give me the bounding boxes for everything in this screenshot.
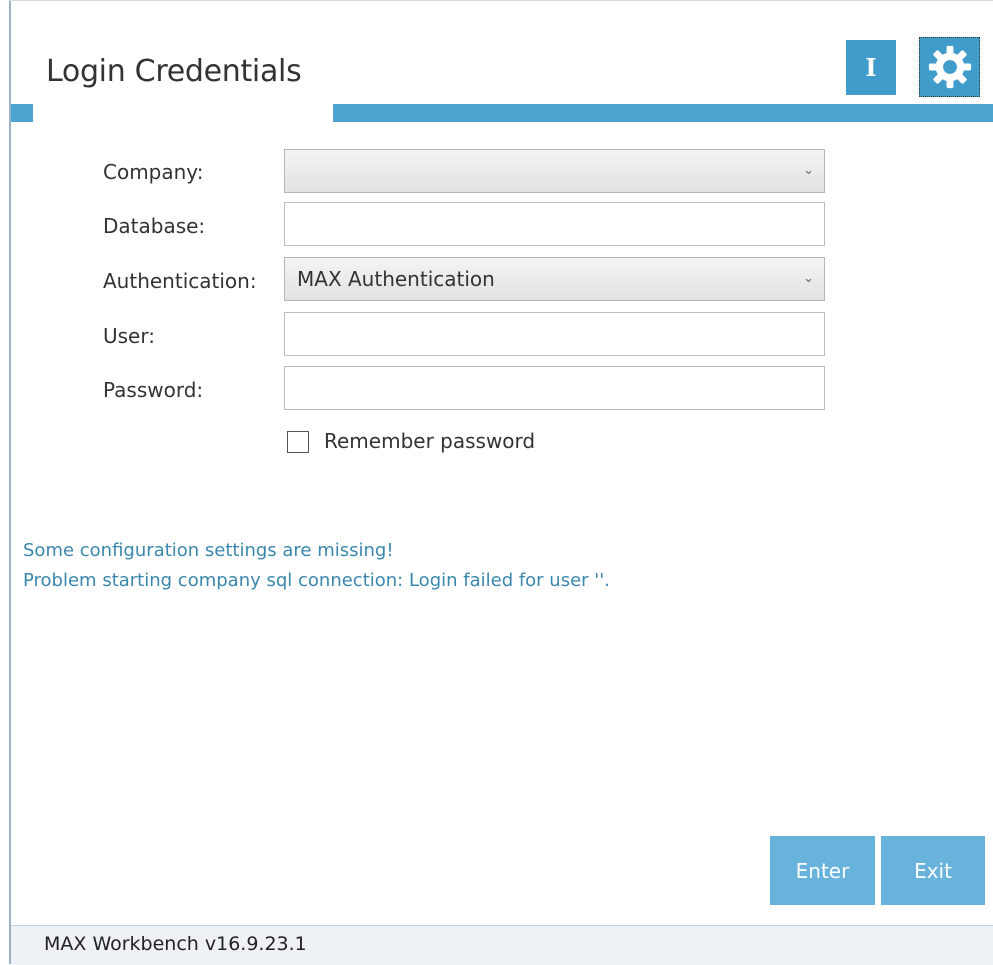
authentication-dropdown[interactable]: MAX Authentication ⌄ xyxy=(284,257,825,301)
company-dropdown[interactable]: ⌄ xyxy=(284,149,825,193)
info-button[interactable]: I xyxy=(846,40,896,95)
info-icon: I xyxy=(865,53,877,82)
error-message: Problem starting company sql connection:… xyxy=(23,570,610,591)
database-field[interactable] xyxy=(284,202,825,246)
enter-button[interactable]: Enter xyxy=(770,836,875,905)
database-label: Database: xyxy=(103,214,206,238)
page-title: Login Credentials xyxy=(46,54,302,89)
user-label: User: xyxy=(103,324,155,348)
gear-icon xyxy=(928,45,971,89)
exit-button[interactable]: Exit xyxy=(881,836,985,905)
window-left-border xyxy=(9,0,11,964)
password-label: Password: xyxy=(103,378,204,402)
chevron-down-icon: ⌄ xyxy=(803,271,814,286)
user-field[interactable] xyxy=(284,312,825,356)
remember-password-checkbox[interactable] xyxy=(287,431,309,453)
version-label: MAX Workbench v16.9.23.1 xyxy=(44,933,307,955)
title-underline-left xyxy=(11,104,33,122)
window-top-border xyxy=(9,0,993,1)
authentication-label: Authentication: xyxy=(103,269,257,293)
status-bar: MAX Workbench v16.9.23.1 xyxy=(11,925,993,965)
settings-button[interactable] xyxy=(919,37,980,97)
remember-password-label: Remember password xyxy=(324,429,536,453)
company-label: Company: xyxy=(103,160,204,184)
chevron-down-icon: ⌄ xyxy=(803,163,814,178)
authentication-value: MAX Authentication xyxy=(297,267,495,291)
status-message: Some configuration settings are missing! xyxy=(23,540,394,561)
password-field[interactable] xyxy=(284,366,825,410)
title-underline-right xyxy=(333,104,993,122)
